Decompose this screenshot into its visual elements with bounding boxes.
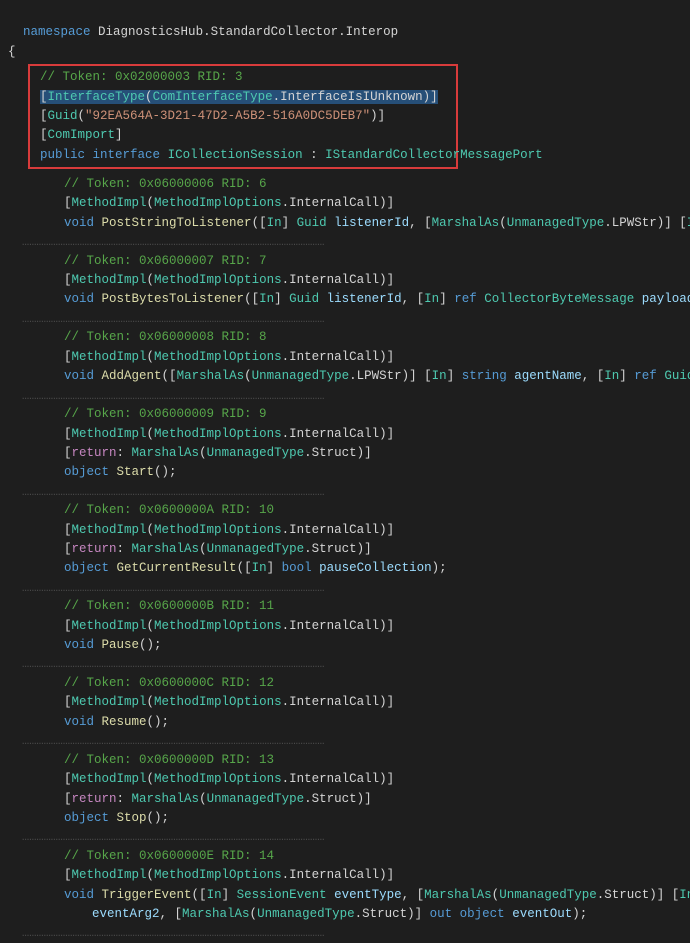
comimport-attr: [ComImport] [34, 126, 452, 145]
interface-header-box: // Token: 0x02000003 RID: 3 [InterfaceTy… [28, 64, 458, 169]
m7-comment: // Token: 0x06000007 RID: 7 [8, 252, 682, 271]
m14-sig-l2: eventArg2, [MarshalAs(UnmanagedType.Stru… [8, 905, 682, 924]
interface-type-attr: [InterfaceType(ComInterfaceType.Interfac… [34, 88, 452, 107]
m14-sig-l1: void TriggerEvent([In] SessionEvent even… [8, 886, 682, 905]
m7-attr: [MethodImpl(MethodImplOptions.InternalCa… [8, 271, 682, 290]
m10-attr1: [MethodImpl(MethodImplOptions.InternalCa… [8, 521, 682, 540]
m6-comment: // Token: 0x06000006 RID: 6 [8, 175, 682, 194]
m8-attr: [MethodImpl(MethodImplOptions.InternalCa… [8, 348, 682, 367]
m9-comment: // Token: 0x06000009 RID: 9 [8, 405, 682, 424]
m9-attr2: [return: MarshalAs(UnmanagedType.Struct)… [8, 444, 682, 463]
ghost-9: …………………………………………………………………………………………………………… [8, 924, 682, 943]
m9-attr1: [MethodImpl(MethodImplOptions.InternalCa… [8, 425, 682, 444]
ghost-7: …………………………………………………………………………………………………………… [8, 732, 682, 751]
m12-comment: // Token: 0x0600000C RID: 12 [8, 674, 682, 693]
m6-sig: void PostStringToListener([In] Guid list… [8, 214, 682, 233]
m8-comment: // Token: 0x06000008 RID: 8 [8, 328, 682, 347]
m14-attr: [MethodImpl(MethodImplOptions.InternalCa… [8, 866, 682, 885]
ghost-2: …………………………………………………………………………………………………………… [8, 310, 682, 329]
guid-attr: [Guid("92EA564A-3D21-47D2-A5B2-516A0DC5D… [34, 107, 452, 126]
m11-sig: void Pause(); [8, 636, 682, 655]
ghost-6: …………………………………………………………………………………………………………… [8, 655, 682, 674]
namespace-line: namespace DiagnosticsHub.StandardCollect… [8, 4, 682, 43]
m8-sig: void AddAgent([MarshalAs(UnmanagedType.L… [8, 367, 682, 386]
m9-sig: object Start(); [8, 463, 682, 482]
m13-comment: // Token: 0x0600000D RID: 13 [8, 751, 682, 770]
namespace-name: DiagnosticsHub.StandardCollector.Interop [98, 25, 398, 39]
m12-attr: [MethodImpl(MethodImplOptions.InternalCa… [8, 693, 682, 712]
m11-attr: [MethodImpl(MethodImplOptions.InternalCa… [8, 617, 682, 636]
m11-comment: // Token: 0x0600000B RID: 11 [8, 597, 682, 616]
m12-sig: void Resume(); [8, 713, 682, 732]
ghost-4: …………………………………………………………………………………………………………… [8, 483, 682, 502]
m10-comment: // Token: 0x0600000A RID: 10 [8, 501, 682, 520]
m10-attr2: [return: MarshalAs(UnmanagedType.Struct)… [8, 540, 682, 559]
m13-sig: object Stop(); [8, 809, 682, 828]
m13-attr1: [MethodImpl(MethodImplOptions.InternalCa… [8, 770, 682, 789]
m6-attr: [MethodImpl(MethodImplOptions.InternalCa… [8, 194, 682, 213]
brace-open: { [8, 43, 682, 62]
namespace-keyword: namespace [23, 25, 91, 39]
ghost-3: …………………………………………………………………………………………………………… [8, 387, 682, 406]
interface-decl: public interface ICollectionSession : IS… [34, 146, 452, 165]
interface-token-comment: // Token: 0x02000003 RID: 3 [34, 68, 452, 87]
m7-sig: void PostBytesToListener([In] Guid liste… [8, 290, 682, 309]
m14-comment: // Token: 0x0600000E RID: 14 [8, 847, 682, 866]
ghost-8: …………………………………………………………………………………………………………… [8, 828, 682, 847]
m13-attr2: [return: MarshalAs(UnmanagedType.Struct)… [8, 790, 682, 809]
ghost-5: …………………………………………………………………………………………………………… [8, 579, 682, 598]
m10-sig: object GetCurrentResult([In] bool pauseC… [8, 559, 682, 578]
ghost-1: …………………………………………………………………………………………………………… [8, 233, 682, 252]
